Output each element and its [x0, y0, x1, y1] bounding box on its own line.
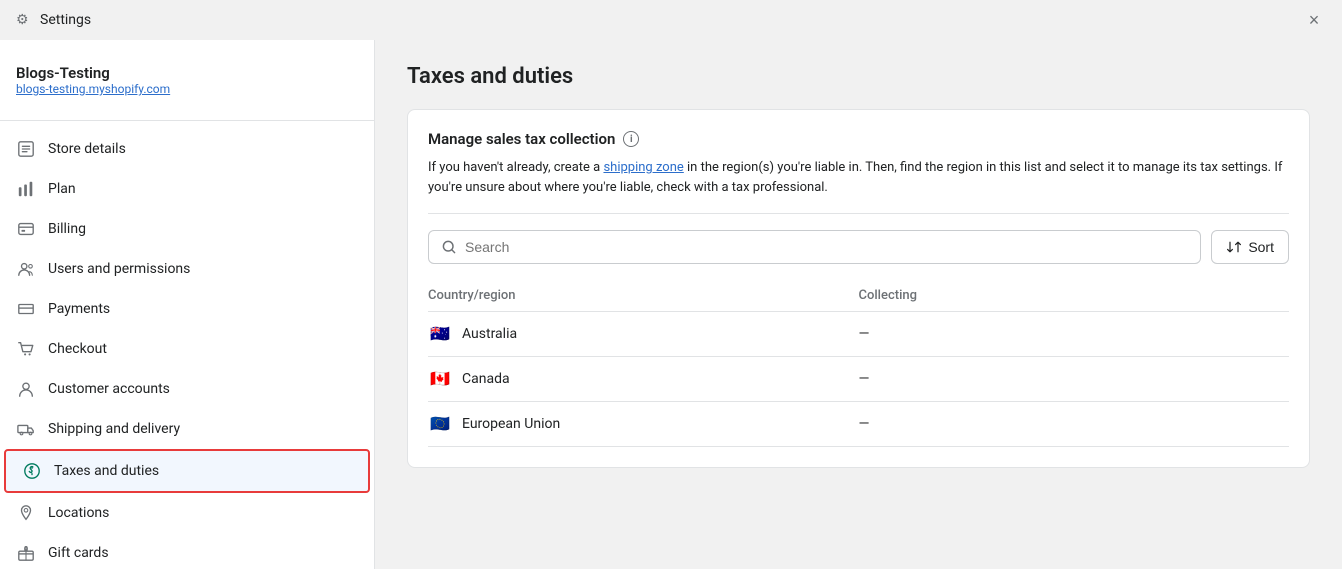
description-text-1: If you haven't already, create a [428, 160, 603, 175]
country-name-canada: Canada [462, 371, 510, 387]
search-sort-row: Sort [428, 230, 1289, 264]
table-row[interactable]: 🇨🇦 Canada — [428, 357, 1289, 402]
settings-icon: ⚙ [16, 12, 32, 28]
table-row[interactable]: 🇦🇺 Australia — [428, 312, 1289, 357]
flag-eu: 🇪🇺 [428, 416, 452, 432]
sidebar-item-shipping-delivery[interactable]: Shipping and delivery [0, 409, 374, 449]
collecting-eu: — [859, 416, 1290, 432]
store-name: Blogs-Testing [16, 64, 358, 82]
sidebar-item-label: Taxes and duties [54, 463, 159, 479]
shipping-icon [16, 419, 36, 439]
flag-canada: 🇨🇦 [428, 371, 452, 387]
title-bar: ⚙ Settings × [0, 0, 1342, 40]
search-icon [441, 239, 457, 255]
sidebar: Blogs-Testing blogs-testing.myshopify.co… [0, 40, 375, 569]
sort-button[interactable]: Sort [1211, 230, 1289, 264]
country-name-eu: European Union [462, 416, 560, 432]
store-url[interactable]: blogs-testing.myshopify.com [16, 82, 358, 96]
store-details-icon [16, 139, 36, 159]
sidebar-item-label: Customer accounts [48, 381, 170, 397]
country-name-australia: Australia [462, 326, 517, 342]
checkout-icon [16, 339, 36, 359]
page-title: Taxes and duties [407, 64, 1310, 89]
sidebar-item-checkout[interactable]: Checkout [0, 329, 374, 369]
table-header: Country/region Collecting [428, 280, 1289, 312]
sidebar-item-gift-cards[interactable]: Gift cards [0, 533, 374, 569]
sort-icon [1226, 239, 1242, 255]
sidebar-item-taxes-duties[interactable]: Taxes and duties [4, 449, 370, 493]
column-country: Country/region [428, 288, 859, 303]
customer-accounts-icon [16, 379, 36, 399]
sidebar-item-label: Users and permissions [48, 261, 190, 277]
sidebar-item-label: Payments [48, 301, 110, 317]
taxes-card: Manage sales tax collection i If you hav… [407, 109, 1310, 468]
sidebar-item-payments[interactable]: Payments [0, 289, 374, 329]
main-layout: Blogs-Testing blogs-testing.myshopify.co… [0, 40, 1342, 569]
country-cell-canada: 🇨🇦 Canada [428, 371, 859, 387]
column-collecting: Collecting [859, 288, 1290, 303]
close-button[interactable]: × [1302, 8, 1326, 32]
sidebar-item-billing[interactable]: Billing [0, 209, 374, 249]
locations-icon [16, 503, 36, 523]
sidebar-item-label: Shipping and delivery [48, 421, 180, 437]
sidebar-item-label: Locations [48, 505, 109, 521]
info-icon[interactable]: i [623, 131, 639, 147]
sidebar-item-label: Billing [48, 221, 86, 237]
plan-icon [16, 179, 36, 199]
collecting-australia: — [859, 326, 1290, 342]
app-window: ⚙ Settings × Blogs-Testing blogs-testing… [0, 0, 1342, 569]
sidebar-item-label: Checkout [48, 341, 107, 357]
sidebar-divider [0, 120, 374, 121]
sidebar-item-locations[interactable]: Locations [0, 493, 374, 533]
users-icon [16, 259, 36, 279]
shipping-zone-link[interactable]: shipping zone [603, 160, 683, 175]
sidebar-item-store-details[interactable]: Store details [0, 129, 374, 169]
sidebar-item-customer-accounts[interactable]: Customer accounts [0, 369, 374, 409]
search-box [428, 230, 1201, 264]
country-cell-australia: 🇦🇺 Australia [428, 326, 859, 342]
taxes-icon [22, 461, 42, 481]
sidebar-item-label: Plan [48, 181, 76, 197]
country-cell-eu: 🇪🇺 European Union [428, 416, 859, 432]
payments-icon [16, 299, 36, 319]
flag-australia: 🇦🇺 [428, 326, 452, 342]
card-description: If you haven't already, create a shippin… [428, 158, 1289, 197]
sidebar-item-label: Gift cards [48, 545, 109, 561]
sort-label: Sort [1248, 239, 1274, 255]
card-divider [428, 213, 1289, 214]
table-row[interactable]: 🇪🇺 European Union — [428, 402, 1289, 447]
main-content: Taxes and duties Manage sales tax collec… [375, 40, 1342, 569]
card-section-title: Manage sales tax collection i [428, 130, 1289, 148]
title-bar-left: ⚙ Settings [16, 12, 91, 28]
title-bar-title: Settings [40, 12, 91, 28]
search-input[interactable] [465, 231, 1188, 263]
card-title-text: Manage sales tax collection [428, 130, 615, 148]
collecting-canada: — [859, 371, 1290, 387]
gift-cards-icon [16, 543, 36, 563]
billing-icon [16, 219, 36, 239]
sidebar-item-users-permissions[interactable]: Users and permissions [0, 249, 374, 289]
sidebar-item-label: Store details [48, 141, 126, 157]
store-info: Blogs-Testing blogs-testing.myshopify.co… [0, 56, 374, 112]
sidebar-item-plan[interactable]: Plan [0, 169, 374, 209]
